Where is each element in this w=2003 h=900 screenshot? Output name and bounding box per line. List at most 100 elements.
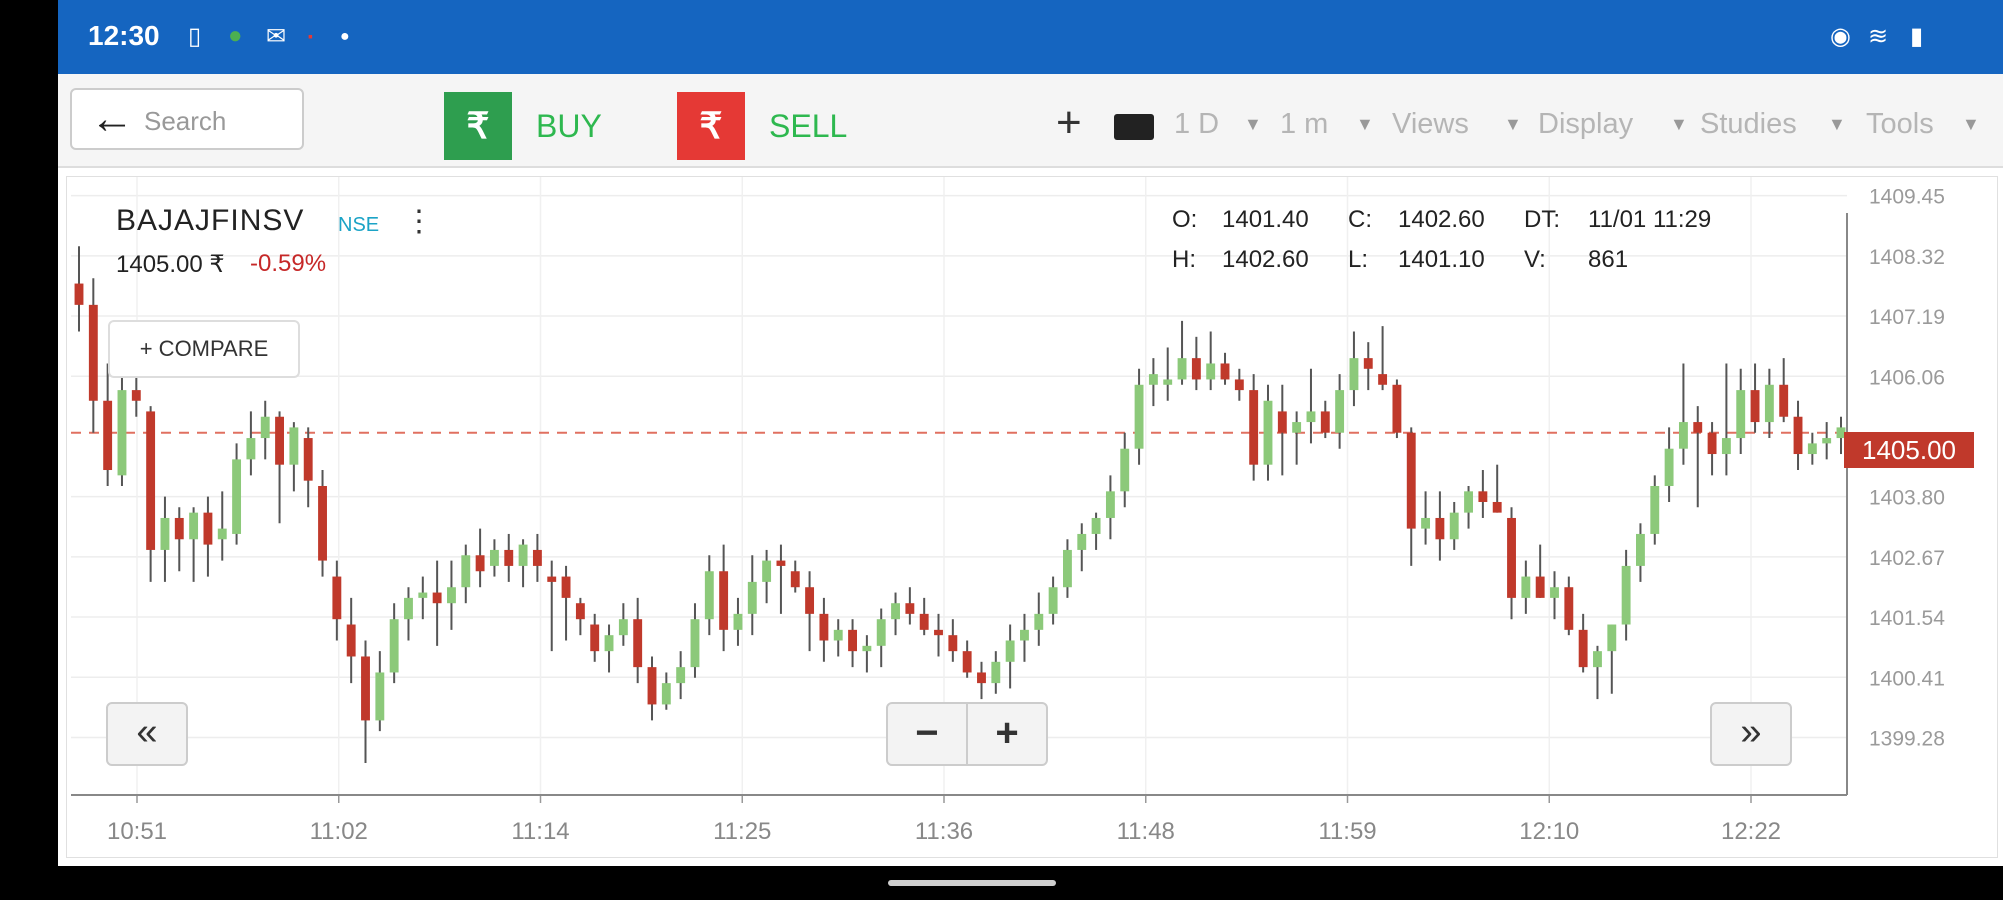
candle-body: [361, 656, 370, 721]
close-label: C:: [1348, 206, 1372, 233]
views-menu[interactable]: Views: [1392, 108, 1469, 141]
chevron-down-icon: ▼: [1244, 114, 1262, 134]
candle-body: [790, 571, 800, 588]
close-value: 1402.60: [1398, 206, 1485, 233]
candle-body: [203, 512, 213, 545]
candle-body: [131, 390, 141, 401]
display-menu[interactable]: Display: [1538, 108, 1633, 141]
notification-icon: ▪: [308, 28, 313, 44]
candle-body: [375, 672, 385, 721]
y-tick-label: 1401.54: [1869, 607, 1945, 630]
candle-body: [690, 619, 700, 668]
candle-body: [1048, 587, 1058, 614]
chevron-down-icon: ▼: [1828, 114, 1846, 134]
candle-body: [991, 661, 1001, 684]
candle-body: [1220, 363, 1230, 380]
candle-body: [962, 651, 972, 673]
candle-body: [461, 555, 471, 588]
zoom-out-button[interactable]: −: [888, 704, 968, 764]
exchange-label: NSE: [338, 214, 380, 236]
candle-body: [1020, 629, 1029, 641]
y-tick-label: 1409.45: [1869, 186, 1945, 209]
sell-rupee-icon[interactable]: ₹: [677, 92, 745, 160]
volume-label: V:: [1524, 246, 1546, 273]
x-tick-label: 11:36: [915, 818, 973, 845]
candle-body: [289, 427, 299, 465]
search-placeholder: Search: [144, 106, 227, 136]
wifi-icon: ≋: [1868, 23, 1889, 50]
studies-menu[interactable]: Studies: [1700, 108, 1797, 141]
candle-body: [260, 416, 270, 439]
candle-body: [489, 549, 499, 566]
x-tick-label: 12:10: [1519, 818, 1579, 845]
candle-body: [146, 411, 156, 550]
candle-body: [432, 592, 442, 604]
candle-body: [633, 619, 643, 668]
candle-body: [389, 619, 399, 673]
chevron-down-icon: ▼: [1670, 114, 1688, 134]
tools-menu[interactable]: Tools: [1866, 108, 1934, 141]
candle-body: [275, 416, 284, 465]
open-value: 1401.40: [1222, 206, 1309, 233]
compare-button[interactable]: + COMPARE: [108, 320, 300, 378]
x-tick-label: 11:25: [713, 818, 771, 845]
candle-body: [1507, 517, 1516, 598]
candle-body: [733, 613, 743, 630]
dot-icon: ●: [340, 28, 350, 45]
x-tick-label: 12:22: [1721, 818, 1781, 845]
candle-body: [661, 683, 671, 705]
low-label: L:: [1348, 246, 1369, 273]
back-arrow-icon[interactable]: ←: [90, 94, 134, 144]
candle-body: [905, 603, 915, 614]
crosshair-icon[interactable]: +: [1056, 98, 1082, 148]
scroll-forward-button[interactable]: »: [1710, 702, 1792, 766]
home-handle[interactable]: [888, 880, 1056, 886]
x-tick-label: 11:14: [511, 818, 569, 845]
candle-body: [1521, 576, 1531, 598]
candle-body: [1191, 358, 1201, 380]
symbol-name: BAJAJFINSV: [116, 204, 305, 237]
more-options-icon[interactable]: ⋮: [404, 204, 434, 239]
datetime-label: DT:: [1524, 206, 1560, 233]
candle-body: [1320, 411, 1330, 433]
candle-body: [1707, 432, 1717, 455]
candle-body: [88, 304, 98, 401]
candle-body: [1449, 512, 1459, 540]
candle-body: [1721, 438, 1731, 455]
candle-body: [1464, 491, 1473, 513]
candle-body: [805, 587, 815, 614]
candle-body: [1206, 363, 1216, 380]
candle-body: [246, 438, 256, 460]
candle-body: [1378, 374, 1388, 385]
period-dropdown[interactable]: 1 D: [1174, 108, 1219, 141]
scroll-back-button[interactable]: «: [106, 702, 188, 766]
buy-rupee-icon[interactable]: ₹: [444, 92, 512, 160]
candle-body: [919, 613, 929, 630]
zoom-in-button[interactable]: +: [968, 704, 1046, 764]
chart-toolbar: ← Search ₹ BUY ₹ SELL + 1 D ▼ 1 m ▼ View…: [58, 74, 2003, 168]
x-tick-label: 10:51: [107, 818, 167, 845]
candle-body: [1148, 374, 1158, 385]
candle-body: [1120, 448, 1130, 492]
candle-body: [1607, 624, 1617, 652]
candle-body: [1249, 390, 1259, 465]
candle-body: [1822, 438, 1832, 444]
candle-body: [1349, 358, 1359, 391]
candle-body: [1263, 400, 1273, 465]
chevron-down-icon: ▼: [1356, 114, 1374, 134]
sell-button[interactable]: SELL: [769, 108, 847, 145]
candle-body: [1163, 379, 1173, 385]
price-change: -0.59%: [250, 250, 327, 277]
candle-body: [1421, 517, 1431, 529]
y-tick-label: 1400.41: [1869, 667, 1945, 690]
candle-body: [833, 629, 843, 641]
candle-body: [1636, 533, 1645, 566]
candle-body: [1134, 384, 1144, 449]
candle-body: [1750, 390, 1760, 423]
candle-body: [532, 549, 542, 566]
chat-icon[interactable]: [1114, 114, 1154, 140]
candle-body: [1779, 384, 1789, 417]
buy-button[interactable]: BUY: [536, 108, 602, 145]
interval-dropdown[interactable]: 1 m: [1280, 108, 1328, 141]
search-input[interactable]: ← Search: [70, 88, 304, 150]
